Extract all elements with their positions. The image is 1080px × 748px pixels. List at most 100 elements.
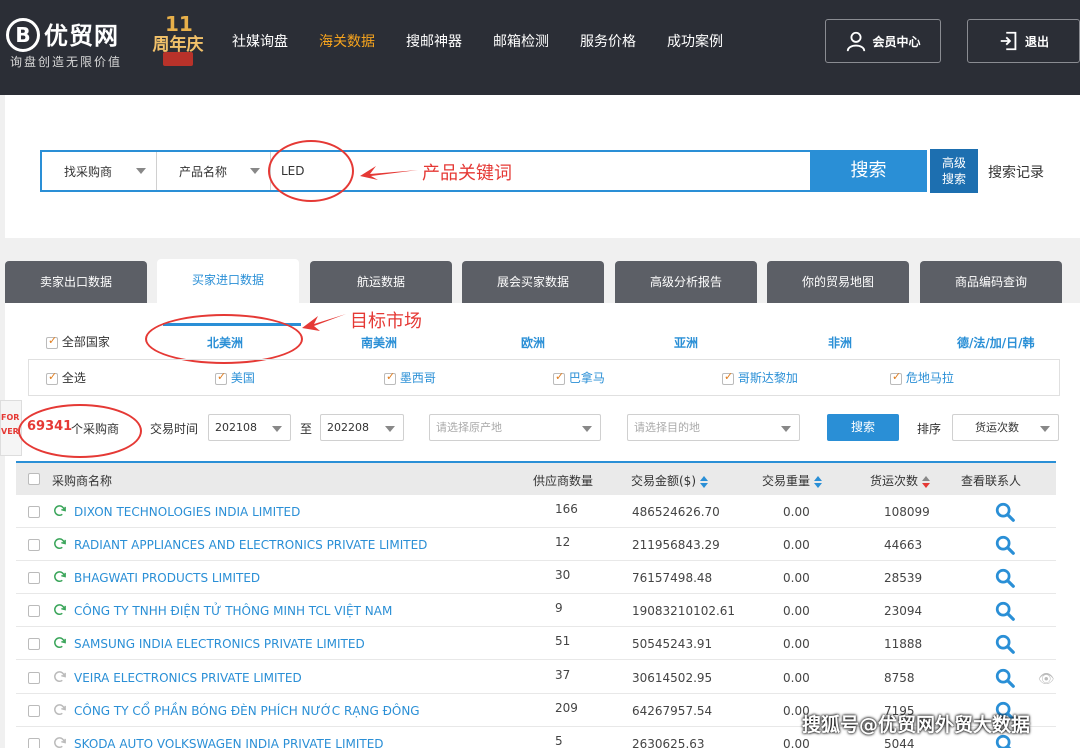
trade-amount: 76157498.48 bbox=[632, 571, 713, 585]
select-all-checkbox[interactable] bbox=[28, 473, 40, 485]
country-label: 美国 bbox=[230, 371, 255, 385]
buyer-name-link[interactable]: CÔNG TY CỔ PHẦN BÓNG ĐÈN PHÍCH NƯỚC RẠNG… bbox=[74, 704, 420, 718]
trade-amount: 64267957.54 bbox=[632, 704, 713, 718]
region-south-america[interactable]: 南美洲 bbox=[361, 334, 397, 351]
row-checkbox[interactable] bbox=[28, 506, 40, 518]
search-icon[interactable] bbox=[994, 534, 1016, 556]
search-field-select[interactable]: 产品名称 bbox=[156, 152, 270, 190]
user-icon bbox=[847, 31, 866, 52]
chevron-down-icon bbox=[250, 168, 260, 174]
country-panama[interactable]: 巴拿马 bbox=[553, 369, 605, 386]
logout-button[interactable]: 退出 bbox=[967, 19, 1080, 63]
supplier-count: 209 bbox=[555, 701, 578, 715]
col-shipments[interactable]: 货运次数 bbox=[870, 472, 931, 489]
trade-amount: 30614502.95 bbox=[632, 671, 713, 685]
col-weight[interactable]: 交易重量 bbox=[762, 472, 823, 489]
tab-expo-buyers[interactable]: 展会买家数据 bbox=[462, 261, 604, 303]
country-select-all[interactable]: 全选 bbox=[46, 369, 86, 386]
eye-icon[interactable]: 👁 bbox=[1038, 672, 1055, 687]
origin-select[interactable]: 请选择原产地 bbox=[429, 414, 601, 441]
region-de-fr-ca-jp-kr[interactable]: 德/法/加/日/韩 bbox=[957, 334, 1035, 351]
trade-weight: 0.00 bbox=[783, 604, 810, 618]
time-to-select[interactable]: 202208 bbox=[320, 414, 404, 441]
filter-search-button[interactable]: 搜索 bbox=[827, 414, 899, 441]
member-center-label: 会员中心 bbox=[872, 34, 921, 49]
sort-icon bbox=[922, 475, 931, 488]
search-icon[interactable] bbox=[994, 567, 1016, 589]
nav-customs-data[interactable]: 海关数据 bbox=[319, 31, 375, 51]
row-checkbox[interactable] bbox=[28, 672, 40, 684]
search-icon[interactable] bbox=[994, 501, 1016, 523]
advanced-search-button[interactable]: 高级 搜索 bbox=[930, 149, 978, 193]
trade-amount: 2630625.63 bbox=[632, 737, 705, 748]
row-checkbox[interactable] bbox=[28, 539, 40, 551]
buyer-name-link[interactable]: DIXON TECHNOLOGIES INDIA LIMITED bbox=[74, 505, 300, 519]
member-center-button[interactable]: 会员中心 bbox=[825, 19, 941, 63]
row-checkbox[interactable] bbox=[28, 638, 40, 650]
tab-seller-export[interactable]: 卖家出口数据 bbox=[5, 261, 147, 303]
nav-social-inquiry[interactable]: 社媒询盘 bbox=[232, 31, 288, 51]
country-mexico[interactable]: 墨西哥 bbox=[384, 369, 436, 386]
nav-cases[interactable]: 成功案例 bbox=[667, 31, 723, 51]
nav-pricing[interactable]: 服务价格 bbox=[580, 31, 636, 51]
buyer-name-link[interactable]: SKODA AUTO VOLKSWAGEN INDIA PRIVATE LIMI… bbox=[74, 737, 384, 748]
buyer-name-link[interactable]: CÔNG TY TNHH ĐIỆN TỬ THÔNG MINH TCL VIỆT… bbox=[74, 604, 392, 618]
trade-weight: 0.00 bbox=[783, 737, 810, 748]
col-buyer-name: 采购商名称 bbox=[52, 474, 113, 488]
anniversary-badge[interactable]: 11 周年庆 bbox=[147, 12, 209, 68]
market-annotation-text: 目标市场 bbox=[350, 311, 422, 332]
region-africa[interactable]: 非洲 bbox=[828, 334, 852, 351]
trade-amount: 50545243.91 bbox=[632, 637, 713, 651]
checkbox bbox=[890, 370, 902, 385]
destination-select[interactable]: 请选择目的地 bbox=[627, 414, 800, 441]
tab-analysis-report[interactable]: 高级分析报告 bbox=[615, 261, 757, 303]
row-checkbox[interactable] bbox=[28, 605, 40, 617]
to-label: 至 bbox=[300, 422, 313, 436]
col-amount[interactable]: 交易金额($) bbox=[631, 472, 708, 489]
chevron-down-icon bbox=[272, 426, 282, 432]
region-asia[interactable]: 亚洲 bbox=[674, 334, 698, 351]
row-checkbox[interactable] bbox=[28, 738, 40, 748]
region-europe[interactable]: 欧洲 bbox=[521, 334, 545, 351]
nav-email-search[interactable]: 搜邮神器 bbox=[406, 31, 462, 51]
row-checkbox[interactable] bbox=[28, 572, 40, 584]
time-from-select[interactable]: 202108 bbox=[208, 414, 291, 441]
buyer-name-link[interactable]: BHAGWATI PRODUCTS LIMITED bbox=[74, 571, 260, 585]
sort-select[interactable]: 货运次数 bbox=[952, 414, 1059, 441]
keyword-annotation-text: 产品关键词 bbox=[422, 163, 512, 184]
search-history-link[interactable]: 搜索记录 bbox=[988, 162, 1044, 182]
tab-trade-map[interactable]: 你的贸易地图 bbox=[767, 261, 909, 303]
buyer-name-link[interactable]: SAMSUNG INDIA ELECTRONICS PRIVATE LIMITE… bbox=[74, 637, 365, 651]
country-costa-rica[interactable]: 哥斯达黎加 bbox=[722, 369, 798, 386]
shipment-count: 23094 bbox=[884, 604, 923, 618]
country-guatemala[interactable]: 危地马拉 bbox=[890, 369, 954, 386]
col-supplier-count: 供应商数量 bbox=[533, 474, 594, 488]
country-label: 哥斯达黎加 bbox=[737, 371, 798, 385]
checkbox bbox=[722, 370, 734, 385]
trade-weight: 0.00 bbox=[783, 538, 810, 552]
buyer-name-link[interactable]: VEIRA ELECTRONICS PRIVATE LIMITED bbox=[74, 671, 302, 685]
search-icon[interactable] bbox=[994, 667, 1016, 689]
tab-hs-code[interactable]: 商品编码查询 bbox=[920, 261, 1062, 303]
search-type-select[interactable]: 找采购商 bbox=[42, 152, 156, 190]
logout-icon bbox=[1000, 31, 1017, 51]
tab-buyer-import[interactable]: 买家进口数据 bbox=[157, 259, 299, 303]
country-usa[interactable]: 美国 bbox=[215, 369, 255, 386]
refresh-icon bbox=[54, 737, 66, 748]
time-from-value: 202108 bbox=[215, 421, 257, 434]
refresh-icon bbox=[54, 671, 66, 682]
checkbox bbox=[384, 370, 396, 385]
refresh-icon bbox=[54, 604, 66, 615]
row-checkbox[interactable] bbox=[28, 705, 40, 717]
all-countries-checkbox[interactable]: 全部国家 bbox=[46, 333, 110, 350]
nav-email-check[interactable]: 邮箱检测 bbox=[493, 31, 549, 51]
search-button[interactable]: 搜索 bbox=[810, 150, 927, 192]
search-icon[interactable] bbox=[994, 600, 1016, 622]
refresh-icon bbox=[54, 538, 66, 549]
buyer-name-link[interactable]: RADIANT APPLIANCES AND ELECTRONICS PRIVA… bbox=[74, 538, 427, 552]
trade-weight: 0.00 bbox=[783, 505, 810, 519]
country-label: 全选 bbox=[61, 371, 86, 385]
search-icon[interactable] bbox=[994, 633, 1016, 655]
tab-shipping[interactable]: 航运数据 bbox=[310, 261, 452, 303]
site-logo[interactable]: B 优贸网 询盘创造无限价值 bbox=[6, 14, 141, 70]
